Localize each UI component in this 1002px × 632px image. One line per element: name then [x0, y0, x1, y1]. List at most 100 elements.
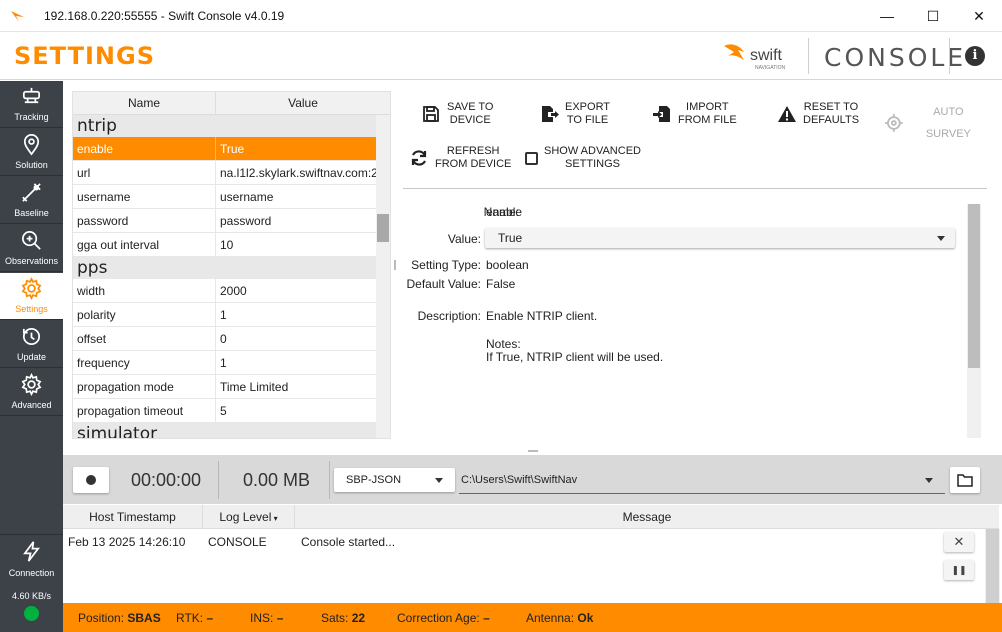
scrollbar-thumb[interactable] — [986, 529, 999, 603]
row-value: 2000 — [220, 284, 247, 298]
log-format-select[interactable]: SBP-JSON — [334, 468, 455, 492]
table-row[interactable]: password password — [73, 209, 376, 233]
sidebar-item-update[interactable]: Update — [0, 321, 63, 368]
panel-splitter[interactable] — [394, 260, 396, 270]
caret-down-icon: ▾ — [271, 514, 278, 523]
row-name: offset — [73, 327, 216, 350]
sidebar: Tracking Solution Baseline Observations … — [0, 81, 63, 632]
log-timestamp: Feb 13 2025 14:26:10 — [68, 535, 186, 549]
recording-size: 0.00 MB — [243, 470, 311, 490]
status-ins-label: INS: — [250, 611, 274, 625]
table-row[interactable]: frequency 1 — [73, 351, 376, 375]
reset-to-defaults-button[interactable]: RESET TO DEFAULTS — [777, 101, 859, 127]
status-rtk-value: – — [206, 611, 214, 625]
page-title: SETTINGS — [14, 42, 155, 70]
row-value: na.l1l2.skylark.swiftnav.com:210... — [220, 166, 376, 180]
sidebar-item-label: Tracking — [14, 112, 49, 122]
pause-log-button[interactable]: ❚❚ — [944, 560, 974, 580]
svg-text:swift: swift — [750, 47, 783, 64]
status-position-value: SBAS — [127, 611, 161, 625]
record-button[interactable] — [73, 467, 109, 493]
column-header-timestamp[interactable]: Host Timestamp — [63, 505, 203, 528]
table-row[interactable]: enable True — [73, 137, 376, 161]
baseline-icon — [22, 183, 41, 202]
detail-default-value: False — [486, 277, 516, 291]
sidebar-item-label: Update — [16, 352, 47, 362]
sidebar-item-baseline[interactable]: Baseline — [0, 177, 63, 224]
column-header-name[interactable]: Name — [73, 92, 216, 114]
row-value: 10 — [220, 238, 234, 252]
sidebar-item-observations[interactable]: Observations — [0, 225, 63, 272]
detail-description-value: Enable NTRIP client. — [486, 309, 598, 323]
detail-notes-title: Notes: — [486, 337, 521, 351]
minimize-button[interactable]: — — [864, 0, 910, 32]
sidebar-item-settings[interactable]: Settings — [0, 273, 63, 320]
chevron-down-icon — [925, 478, 933, 483]
crosshair-icon — [884, 114, 903, 132]
value-select-text: True — [498, 231, 523, 245]
row-value: True — [220, 142, 245, 156]
satellite-dish-icon — [22, 87, 41, 104]
row-name: enable — [73, 137, 216, 160]
log-path-text: C:\Users\Swift\SwiftNav — [461, 474, 578, 486]
maximize-button[interactable]: ☐ — [910, 0, 956, 32]
log-format-text: SBP-JSON — [346, 474, 402, 486]
table-scrollbar[interactable] — [376, 115, 390, 438]
sidebar-item-connection[interactable]: Connection — [0, 534, 63, 581]
status-antenna-value: Ok — [577, 611, 594, 625]
auto-survey-button[interactable]: AUTO SURVEY — [884, 101, 987, 145]
details-scrollbar[interactable] — [967, 204, 981, 438]
log-level-label: Log Level — [219, 510, 272, 524]
table-row[interactable]: url na.l1l2.skylark.swiftnav.com:210... — [73, 161, 376, 185]
export-to-file-button[interactable]: EXPORT TO FILE — [539, 101, 610, 127]
sidebar-item-tracking[interactable]: Tracking — [0, 81, 63, 128]
log-table-header: Host Timestamp Log Level ▾ Message — [63, 505, 999, 529]
refresh-from-device-button[interactable]: REFRESH FROM DEVICE — [409, 145, 511, 171]
log-level: CONSOLE — [208, 535, 267, 549]
sidebar-item-advanced[interactable]: Advanced — [0, 369, 63, 416]
table-row[interactable]: propagation mode Time Limited — [73, 375, 376, 399]
status-correction-age: Correction Age: – — [397, 611, 490, 625]
value-select[interactable]: True — [485, 228, 955, 248]
column-header-log-level[interactable]: Log Level ▾ — [203, 505, 295, 528]
save-to-device-button[interactable]: SAVE TO DEVICE — [421, 101, 493, 127]
panel-splitter[interactable] — [528, 450, 538, 452]
log-table-body: Feb 13 2025 14:26:10 CONSOLE Console sta… — [63, 529, 985, 603]
map-pin-icon — [23, 134, 40, 156]
table-row[interactable]: offset 0 — [73, 327, 376, 351]
scrollbar-thumb[interactable] — [968, 204, 980, 368]
row-name: url — [73, 161, 216, 184]
sidebar-item-label: Settings — [15, 304, 48, 314]
checkbox-icon[interactable] — [525, 151, 538, 165]
column-header-message[interactable]: Message — [295, 505, 999, 528]
status-correction-age-value: – — [483, 611, 490, 625]
close-button[interactable]: ✕ — [956, 0, 1002, 32]
table-row[interactable]: propagation timeout 5 — [73, 399, 376, 423]
scrollbar-thumb[interactable] — [377, 214, 389, 242]
table-row[interactable]: username username — [73, 185, 376, 209]
log-message: Console started... — [301, 535, 396, 549]
table-row[interactable]: width 2000 — [73, 279, 376, 303]
detail-type-value: boolean — [486, 258, 529, 272]
swift-navigation-logo: swift NAVIGATION — [724, 44, 785, 71]
browse-folder-button[interactable] — [950, 467, 980, 493]
status-bar: Position: SBAS RTK: – INS: – Sats: 22 Co… — [63, 603, 1002, 632]
app-logo-icon — [11, 10, 24, 22]
table-row[interactable]: gga out interval 10 — [73, 233, 376, 257]
import-from-file-button[interactable]: IMPORT FROM FILE — [652, 101, 737, 127]
chevron-down-icon — [937, 236, 945, 241]
sidebar-item-solution[interactable]: Solution — [0, 129, 63, 176]
row-value: password — [220, 214, 272, 228]
column-header-value[interactable]: Value — [216, 92, 390, 114]
row-value: username — [220, 190, 274, 204]
show-advanced-settings-checkbox[interactable]: SHOW ADVANCED SETTINGS — [525, 145, 641, 171]
log-path-input[interactable]: C:\Users\Swift\SwiftNav — [459, 468, 945, 494]
clear-log-button[interactable]: ✕ — [944, 532, 974, 552]
status-position: Position: SBAS — [78, 611, 161, 625]
status-rtk-label: RTK: — [176, 611, 204, 625]
log-scrollbar[interactable] — [985, 529, 1000, 603]
record-icon — [86, 475, 96, 485]
info-icon[interactable]: i — [965, 46, 985, 66]
table-row[interactable]: polarity 1 — [73, 303, 376, 327]
observations-icon — [22, 231, 41, 250]
